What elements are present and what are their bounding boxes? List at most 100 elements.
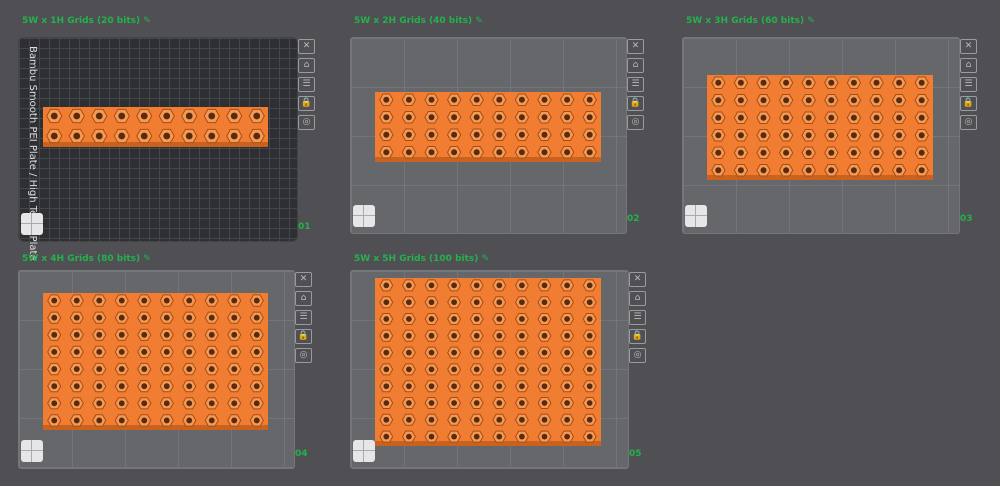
view-cube-icon[interactable] xyxy=(353,205,375,227)
plate-toolbar: ✕ ⌂ ☰ 🔒 ◎ xyxy=(295,272,312,367)
hole-center xyxy=(496,400,503,406)
lock-icon[interactable]: 🔒 xyxy=(295,329,312,344)
hole-center xyxy=(715,149,722,156)
printed-object[interactable] xyxy=(707,75,933,180)
lock-icon[interactable]: 🔒 xyxy=(627,96,644,111)
hole-center xyxy=(873,97,880,104)
hole-center xyxy=(428,400,435,406)
hole-center xyxy=(383,433,390,440)
hole-center xyxy=(118,112,126,120)
plate-title[interactable]: 5W x 3H Grids (60 bits) ✎ xyxy=(686,16,815,26)
hole-center xyxy=(873,149,880,156)
printed-object[interactable] xyxy=(375,278,601,446)
hole-center xyxy=(564,366,570,373)
close-icon[interactable]: ✕ xyxy=(298,39,315,54)
hole-center xyxy=(231,366,238,372)
hole-center xyxy=(163,331,170,338)
eye-icon[interactable]: ◎ xyxy=(960,115,977,130)
close-icon[interactable]: ✕ xyxy=(295,272,312,287)
lock-icon[interactable]: 🔒 xyxy=(629,329,646,344)
arrange-icon[interactable]: ⌂ xyxy=(960,58,977,73)
printed-object[interactable] xyxy=(43,107,268,147)
hole-center xyxy=(73,314,80,321)
close-icon[interactable]: ✕ xyxy=(629,272,646,287)
hole-center xyxy=(451,316,457,322)
view-cube-icon[interactable] xyxy=(21,213,43,235)
hole-center xyxy=(451,400,457,406)
eye-icon[interactable]: ◎ xyxy=(295,348,312,363)
hole-center xyxy=(96,383,103,390)
hole-center xyxy=(586,299,593,306)
lock-icon[interactable]: 🔒 xyxy=(298,96,315,111)
hole-center xyxy=(541,383,548,390)
hole-center xyxy=(428,416,435,423)
hole-center xyxy=(96,400,103,407)
hole-center xyxy=(383,114,390,121)
lock-icon[interactable]: 🔒 xyxy=(960,96,977,111)
eye-icon[interactable]: ◎ xyxy=(298,115,315,130)
hole-center xyxy=(50,112,58,120)
hole-center xyxy=(760,132,767,139)
hole-center xyxy=(51,400,58,407)
hole-center xyxy=(473,316,480,322)
hole-center xyxy=(850,79,857,86)
hole-center xyxy=(383,400,390,406)
hole-center xyxy=(95,132,103,140)
plate-toolbar: ✕ ⌂ ☰ 🔒 ◎ xyxy=(629,272,646,367)
hole-center xyxy=(73,383,80,390)
hole-center xyxy=(586,149,593,156)
hole-center xyxy=(141,331,148,338)
hole-center xyxy=(518,114,525,121)
hole-center xyxy=(496,433,503,440)
hole-center xyxy=(428,349,435,356)
arrange-icon[interactable]: ⌂ xyxy=(629,291,646,306)
hole-center xyxy=(253,383,260,390)
hole-center xyxy=(564,400,570,406)
hole-center xyxy=(405,131,412,138)
view-cube-icon[interactable] xyxy=(685,205,707,227)
hole-center xyxy=(428,149,435,156)
hole-center xyxy=(873,79,880,86)
layout-icon[interactable]: ☰ xyxy=(295,310,312,325)
plate-title[interactable]: 5W x 2H Grids (40 bits) ✎ xyxy=(354,16,483,26)
hole-center xyxy=(383,316,390,322)
plate-title[interactable]: 5W x 5H Grids (100 bits) ✎ xyxy=(354,254,489,264)
arrange-icon[interactable]: ⌂ xyxy=(627,58,644,73)
hole-center xyxy=(208,132,216,140)
layout-icon[interactable]: ☰ xyxy=(629,310,646,325)
eye-icon[interactable]: ◎ xyxy=(629,348,646,363)
layout-icon[interactable]: ☰ xyxy=(960,77,977,92)
hole-center xyxy=(428,282,435,289)
arrange-icon[interactable]: ⌂ xyxy=(295,291,312,306)
hole-center xyxy=(253,417,260,424)
hole-center xyxy=(918,97,925,104)
hole-center xyxy=(451,332,457,339)
hole-center xyxy=(783,132,790,139)
plate-title[interactable]: 5W x 4H Grids (80 bits) ✎ xyxy=(22,254,151,264)
hole-center xyxy=(208,314,215,321)
hole-center xyxy=(828,97,835,104)
hole-center xyxy=(586,96,593,103)
printed-object[interactable] xyxy=(375,92,601,162)
layout-icon[interactable]: ☰ xyxy=(298,77,315,92)
close-icon[interactable]: ✕ xyxy=(960,39,977,54)
plate-title[interactable]: 5W x 1H Grids (20 bits) ✎ xyxy=(22,16,151,26)
close-icon[interactable]: ✕ xyxy=(627,39,644,54)
view-cube-icon[interactable] xyxy=(21,440,43,462)
plate-number: 03 xyxy=(960,214,973,224)
layout-icon[interactable]: ☰ xyxy=(627,77,644,92)
view-cube-icon[interactable] xyxy=(353,440,375,462)
arrange-icon[interactable]: ⌂ xyxy=(298,58,315,73)
hole-center xyxy=(96,417,103,424)
hole-center xyxy=(406,282,412,289)
hole-center xyxy=(496,316,503,322)
hole-center xyxy=(186,400,193,407)
eye-icon[interactable]: ◎ xyxy=(627,115,644,130)
hole-center xyxy=(73,132,81,140)
hole-center xyxy=(896,79,903,86)
hole-center xyxy=(496,131,503,138)
hole-center xyxy=(141,297,148,304)
printed-object[interactable] xyxy=(43,293,268,430)
plate-number: 01 xyxy=(298,222,311,232)
hole-center xyxy=(118,349,125,355)
